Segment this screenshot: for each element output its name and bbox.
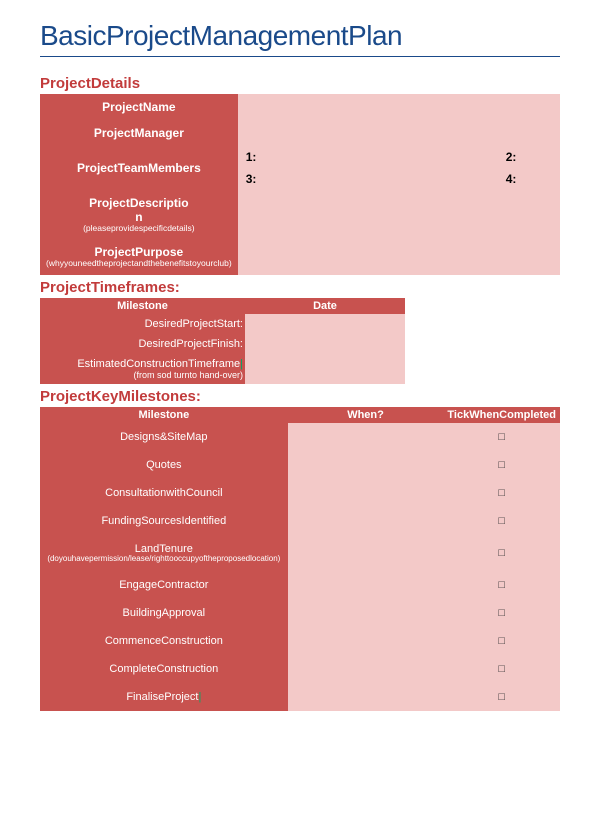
section-heading-timeframes: ProjectTimeframes:	[40, 279, 560, 296]
milestone-label: CompleteConstruction	[40, 655, 288, 683]
document-title: BasicProjectManagementPlan	[40, 20, 560, 57]
milestone-when[interactable]	[288, 655, 444, 683]
milestone-tick[interactable]: □	[443, 535, 560, 571]
tf-label-construction: EstimatedConstructionTimeframe (from sod…	[40, 354, 245, 384]
col-km-tick: TickWhenCompleted	[443, 407, 560, 423]
label-project-name: ProjectName	[40, 94, 238, 120]
row-description: ProjectDescriptio n (pleaseprovidespecif…	[40, 190, 560, 239]
project-details-table: ProjectName ProjectManager ProjectTeamMe…	[40, 94, 560, 275]
label-purpose: ProjectPurpose (whyyouneedtheprojectandt…	[40, 239, 238, 274]
milestone-when[interactable]	[288, 535, 444, 571]
milestone-tick[interactable]: □	[443, 599, 560, 627]
timeframes-table: Milestone Date DesiredProjectStart: Desi…	[40, 298, 405, 384]
label-project-manager: ProjectManager	[40, 120, 238, 146]
milestone-label: CommenceConstruction	[40, 627, 288, 655]
milestone-row: Quotes □	[40, 451, 560, 479]
milestone-row: Designs&SiteMap □	[40, 423, 560, 451]
milestone-when[interactable]	[288, 571, 444, 599]
section-heading-milestones: ProjectKeyMilestones:	[40, 388, 560, 405]
tf-row-start: DesiredProjectStart:	[40, 314, 405, 334]
milestone-tick[interactable]: □	[443, 683, 560, 711]
tf-val-construction[interactable]	[245, 354, 405, 384]
milestone-row: FundingSourcesIdentified □	[40, 507, 560, 535]
key-milestones-table: Milestone When? TickWhenCompleted Design…	[40, 407, 560, 711]
milestone-label: Designs&SiteMap	[40, 423, 288, 451]
team-member-2[interactable]: 2:	[498, 146, 560, 168]
tf-row-construction: EstimatedConstructionTimeframe (from sod…	[40, 354, 405, 384]
row-project-name: ProjectName	[40, 94, 560, 120]
col-km-when: When?	[288, 407, 444, 423]
milestone-tick[interactable]: □	[443, 507, 560, 535]
milestone-row: BuildingApproval □	[40, 599, 560, 627]
value-project-manager[interactable]	[238, 120, 560, 146]
value-purpose[interactable]	[238, 239, 560, 274]
milestone-tick[interactable]: □	[443, 655, 560, 683]
section-heading-details: ProjectDetails	[40, 75, 560, 92]
col-date: Date	[245, 298, 405, 314]
value-project-name[interactable]	[238, 94, 560, 120]
milestone-label: FundingSourcesIdentified	[40, 507, 288, 535]
value-description[interactable]	[238, 190, 560, 239]
milestone-label: Quotes	[40, 451, 288, 479]
milestone-row: LandTenure(doyouhavepermission/lease/rig…	[40, 535, 560, 571]
milestone-when[interactable]	[288, 479, 444, 507]
tf-label-start: DesiredProjectStart:	[40, 314, 245, 334]
team-member-1[interactable]: 1:	[238, 146, 498, 168]
milestone-row: CommenceConstruction □	[40, 627, 560, 655]
milestone-tick[interactable]: □	[443, 423, 560, 451]
milestone-label: BuildingApproval	[40, 599, 288, 627]
milestone-tick[interactable]: □	[443, 571, 560, 599]
milestone-row: FinaliseProject □	[40, 683, 560, 711]
milestone-label: FinaliseProject	[40, 683, 288, 711]
team-member-3[interactable]: 3:	[238, 168, 498, 190]
row-purpose: ProjectPurpose (whyyouneedtheprojectandt…	[40, 239, 560, 274]
milestone-row: EngageContractor □	[40, 571, 560, 599]
milestone-when[interactable]	[288, 599, 444, 627]
milestone-label: LandTenure(doyouhavepermission/lease/rig…	[40, 535, 288, 571]
milestone-tick[interactable]: □	[443, 451, 560, 479]
milestone-label: ConsultationwithCouncil	[40, 479, 288, 507]
row-team-members: ProjectTeamMembers 1: 2:	[40, 146, 560, 168]
row-project-manager: ProjectManager	[40, 120, 560, 146]
timeframes-header: Milestone Date	[40, 298, 405, 314]
tf-val-start[interactable]	[245, 314, 405, 334]
milestone-when[interactable]	[288, 627, 444, 655]
milestone-when[interactable]	[288, 683, 444, 711]
milestone-when[interactable]	[288, 423, 444, 451]
milestone-tick[interactable]: □	[443, 479, 560, 507]
milestone-when[interactable]	[288, 507, 444, 535]
label-description: ProjectDescriptio n (pleaseprovidespecif…	[40, 190, 238, 239]
milestone-row: ConsultationwithCouncil □	[40, 479, 560, 507]
col-milestone: Milestone	[40, 298, 245, 314]
milestone-when[interactable]	[288, 451, 444, 479]
label-team-members: ProjectTeamMembers	[40, 146, 238, 190]
milestone-row: CompleteConstruction □	[40, 655, 560, 683]
team-member-4[interactable]: 4:	[498, 168, 560, 190]
milestones-header: Milestone When? TickWhenCompleted	[40, 407, 560, 423]
tf-row-finish: DesiredProjectFinish:	[40, 334, 405, 354]
tf-label-finish: DesiredProjectFinish:	[40, 334, 245, 354]
col-km-milestone: Milestone	[40, 407, 288, 423]
milestone-label: EngageContractor	[40, 571, 288, 599]
milestone-tick[interactable]: □	[443, 627, 560, 655]
tf-val-finish[interactable]	[245, 334, 405, 354]
